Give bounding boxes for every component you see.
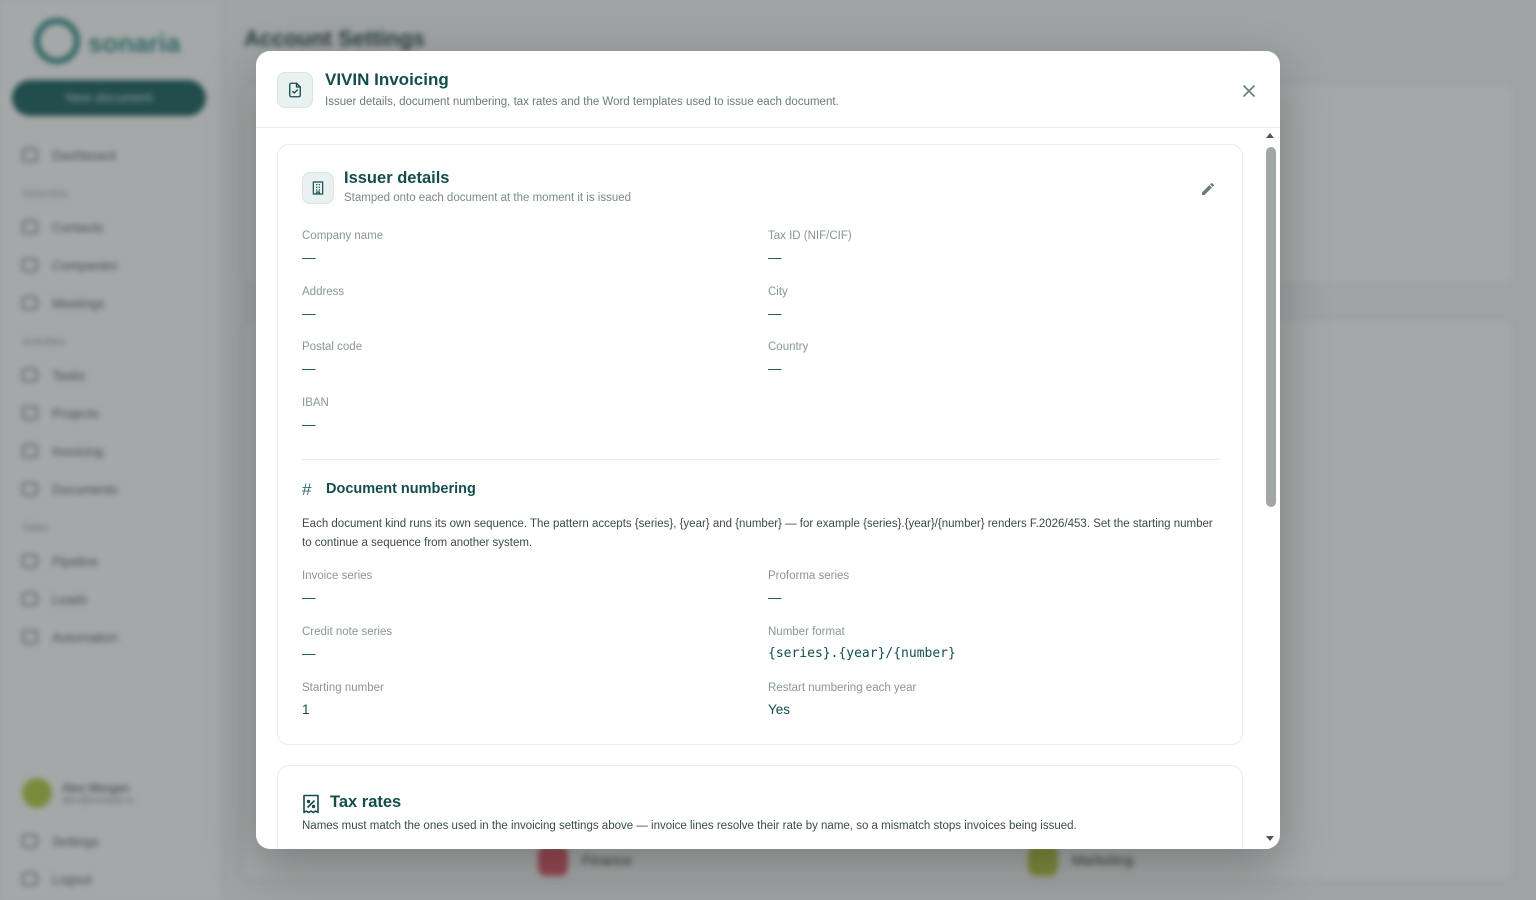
- proforma-series-field: Proforma series —: [768, 570, 850, 605]
- scroll-up-arrow-icon[interactable]: [1266, 133, 1274, 138]
- address-field: Address —: [302, 286, 345, 321]
- close-button[interactable]: [1236, 78, 1262, 104]
- company-name-field: Company name —: [302, 230, 384, 265]
- modal-title: VIVIN Invoicing: [325, 70, 449, 89]
- number-format-field: Number format {series}.{year}/{number}: [768, 626, 956, 661]
- tax-id-field: Tax ID (NIF/CIF) —: [768, 230, 852, 265]
- starting-number-field: Starting number 1: [302, 682, 384, 717]
- pencil-icon: [1202, 182, 1215, 195]
- scroll-down-arrow-icon[interactable]: [1266, 836, 1274, 841]
- modal-header: VIVIN Invoicing Issuer details, document…: [256, 51, 1280, 128]
- numbering-description: Each document kind runs its own sequence…: [302, 518, 1213, 549]
- tax-rates-card: Tax rates Names must match the ones used…: [277, 765, 1243, 849]
- close-icon: [1243, 85, 1255, 97]
- section-divider: [302, 459, 1220, 460]
- section-description: Names must match the ones used in the in…: [302, 820, 1077, 832]
- numbering-title: Document numbering: [326, 481, 476, 497]
- issuer-details-card: Issuer details Stamped onto each documen…: [277, 144, 1243, 745]
- section-title: Issuer details: [344, 169, 450, 187]
- hash-icon: #: [302, 480, 312, 499]
- invoicing-settings-modal: VIVIN Invoicing Issuer details, document…: [256, 51, 1280, 849]
- credit-note-series-field: Credit note series —: [302, 626, 393, 661]
- building-icon: [302, 172, 334, 204]
- document-check-icon: [277, 72, 313, 108]
- city-field: City —: [768, 286, 788, 321]
- restart-yearly-field: Restart numbering each year Yes: [768, 682, 917, 717]
- modal-body[interactable]: Issuer details Stamped onto each documen…: [256, 129, 1280, 849]
- edit-issuer-button[interactable]: [1196, 177, 1220, 201]
- receipt-percent-icon: [302, 794, 320, 819]
- modal-subtitle: Issuer details, document numbering, tax …: [325, 96, 839, 108]
- iban-field: IBAN —: [302, 397, 329, 432]
- section-title: Tax rates: [330, 793, 402, 811]
- country-field: Country —: [768, 341, 809, 376]
- section-subtitle: Stamped onto each document at the moment…: [344, 192, 632, 204]
- scrollbar-thumb[interactable]: [1266, 147, 1276, 507]
- postal-code-field: Postal code —: [302, 341, 363, 376]
- invoice-series-field: Invoice series —: [302, 570, 373, 605]
